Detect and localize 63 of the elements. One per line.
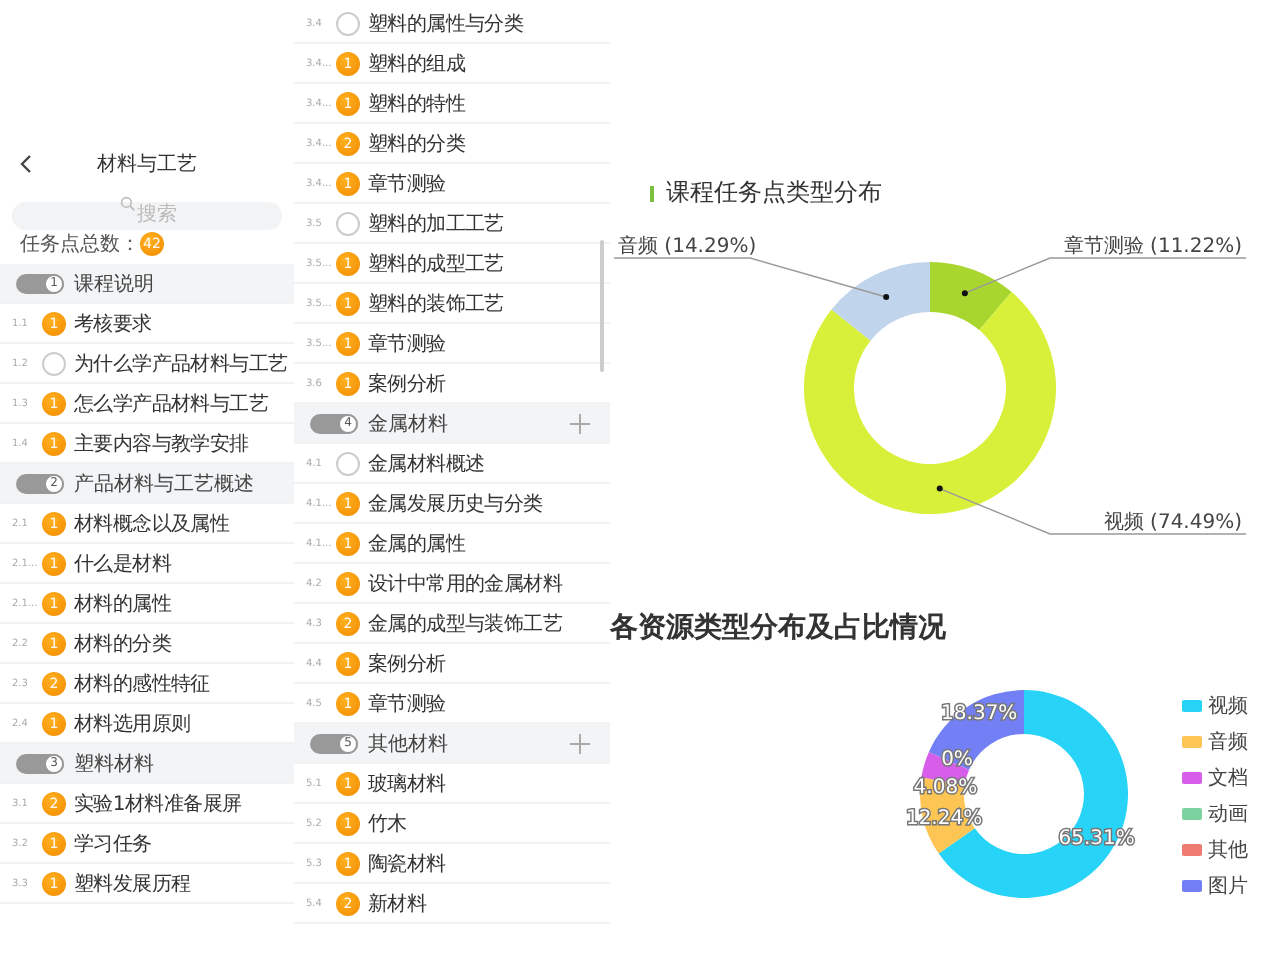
legend-label: 图片 xyxy=(1208,873,1248,899)
search-icon xyxy=(120,196,136,212)
legend-label: 视频 xyxy=(1208,693,1248,719)
lesson-title[interactable]: 材料的分类 xyxy=(74,629,172,657)
lesson-title[interactable]: 章节测验 xyxy=(368,329,446,357)
lesson-title[interactable]: 章节测验 xyxy=(368,169,446,197)
legend-label: 文档 xyxy=(1208,765,1248,791)
page-title: 材料与工艺 xyxy=(95,151,199,178)
lesson-title[interactable]: 塑料的装饰工艺 xyxy=(368,289,504,317)
lesson-title[interactable]: 塑料的加工工艺 xyxy=(368,209,504,237)
lesson-title[interactable]: 为什么学产品材料与工艺 xyxy=(74,349,288,377)
lesson-title[interactable]: 学习任务 xyxy=(74,829,152,857)
task-total-label: 任务点总数： xyxy=(20,231,140,258)
legend-label: 音频 xyxy=(1208,729,1248,755)
empty-circle-icon xyxy=(336,11,360,35)
empty-circle-icon xyxy=(42,351,66,375)
lesson-title[interactable]: 塑料的分类 xyxy=(368,129,466,157)
lesson-title[interactable]: 主要内容与教学安排 xyxy=(74,429,249,457)
lesson-title[interactable]: 案例分析 xyxy=(368,649,446,677)
section-title: 金属材料 xyxy=(368,411,450,437)
section-title: 其他材料 xyxy=(368,731,450,757)
lesson-title[interactable]: 陶瓷材料 xyxy=(368,849,446,877)
plus-icon[interactable] xyxy=(570,733,590,753)
lesson-title[interactable]: 金属的属性 xyxy=(368,529,466,557)
legend-label: 动画 xyxy=(1208,801,1248,827)
lesson-title[interactable]: 设计中常用的金属材料 xyxy=(368,569,563,597)
lesson-title[interactable]: 竹木 xyxy=(368,809,407,837)
title-accent-bar xyxy=(650,185,654,201)
lesson-title[interactable]: 材料的感性特征 xyxy=(74,669,210,697)
slice-label: 音频 (14.29%) xyxy=(618,236,757,258)
scrollbar[interactable] xyxy=(600,240,604,372)
lesson-title[interactable]: 新材料 xyxy=(368,889,427,917)
lesson-title[interactable]: 塑料的成型工艺 xyxy=(368,249,504,277)
slice-label: 视频 (74.49%) xyxy=(1103,512,1242,534)
legend-label: 其他 xyxy=(1208,837,1248,863)
lesson-title[interactable]: 塑料的属性与分类 xyxy=(368,9,524,37)
chart-title: 各资源类型分布及占比情况 xyxy=(610,610,946,646)
lesson-title[interactable]: 材料概念以及属性 xyxy=(74,509,230,537)
lesson-title[interactable]: 塑料的特性 xyxy=(368,89,466,117)
lesson-title[interactable]: 玻璃材料 xyxy=(368,769,446,797)
empty-circle-icon xyxy=(336,451,360,475)
lesson-title[interactable]: 怎么学产品材料与工艺 xyxy=(74,389,269,417)
search-field[interactable]: 搜索 xyxy=(12,201,282,229)
lesson-title[interactable]: 金属发展历史与分类 xyxy=(368,489,543,517)
lesson-title[interactable]: 实验1材料准备展屏 xyxy=(74,789,242,817)
empty-circle-icon xyxy=(336,211,360,235)
lesson-title[interactable]: 什么是材料 xyxy=(74,549,172,577)
lesson-title[interactable]: 考核要求 xyxy=(74,309,152,337)
back-icon[interactable] xyxy=(20,154,32,174)
lesson-title[interactable]: 材料选用原则 xyxy=(74,709,191,737)
lesson-title[interactable]: 金属材料概述 xyxy=(368,449,485,477)
lesson-title[interactable]: 金属的成型与装饰工艺 xyxy=(368,609,563,637)
lesson-title[interactable]: 章节测验 xyxy=(368,689,446,717)
lesson-title[interactable]: 案例分析 xyxy=(368,369,446,397)
section-title: 产品材料与工艺概述 xyxy=(74,471,256,497)
lesson-title[interactable]: 塑料发展历程 xyxy=(74,869,191,897)
chart-title: 课程任务点类型分布 xyxy=(666,176,882,210)
plus-icon[interactable] xyxy=(570,413,590,433)
section-title: 塑料材料 xyxy=(74,751,156,777)
lesson-title[interactable]: 塑料的组成 xyxy=(368,49,466,77)
lesson-title[interactable]: 材料的属性 xyxy=(74,589,172,617)
section-title: 课程说明 xyxy=(74,271,156,297)
slice-label: 章节测验 (11.22%) xyxy=(1063,236,1242,258)
